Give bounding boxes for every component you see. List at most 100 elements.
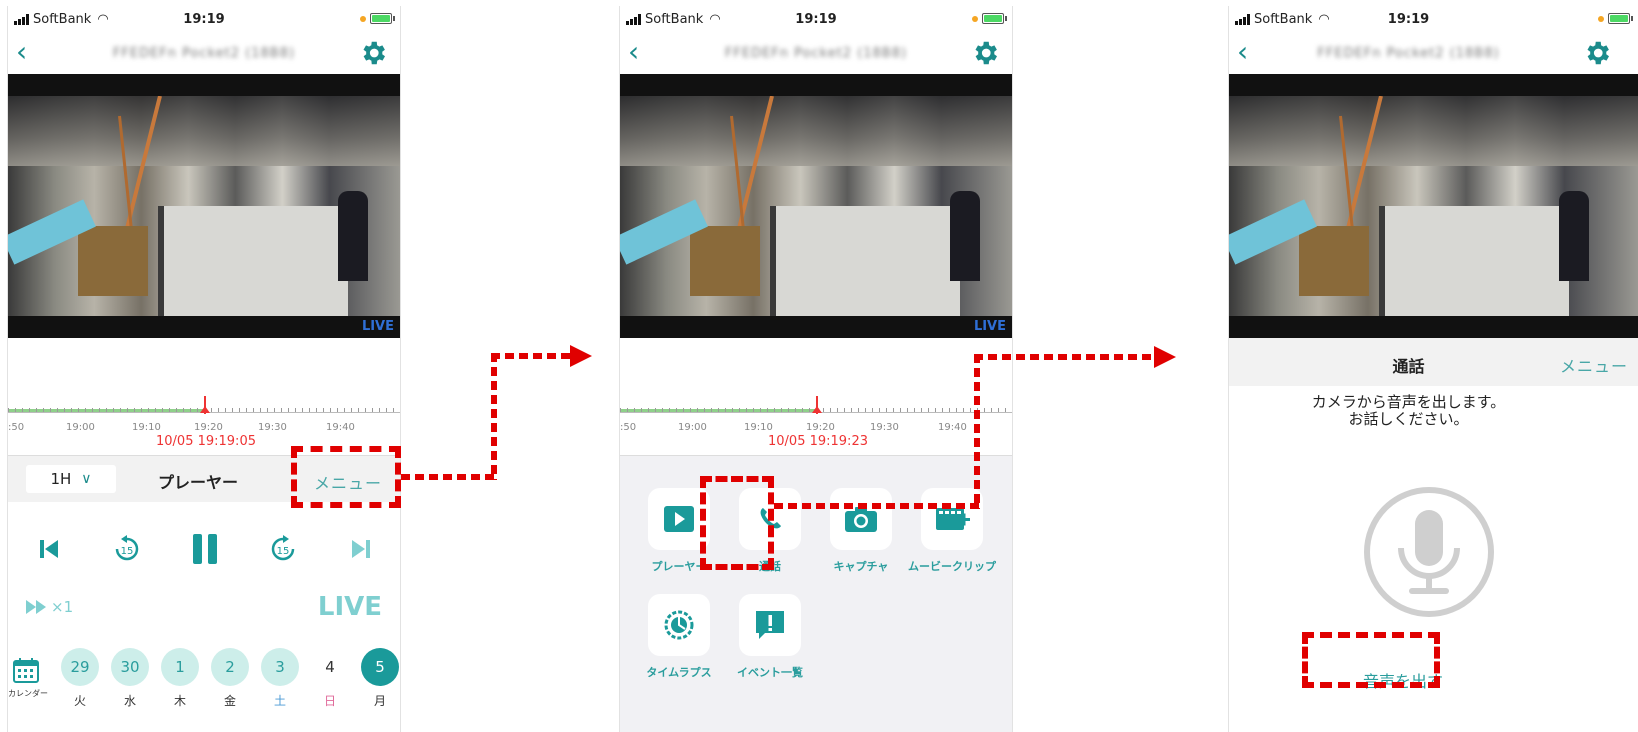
day-weekday: 月 xyxy=(373,694,386,708)
day-number: 5 xyxy=(361,648,399,686)
timeline-label: 19:10 xyxy=(744,422,773,433)
annotation-line xyxy=(774,503,980,509)
timeline[interactable]: :50 19:00 19:10 19:20 19:30 19:40 10/05 … xyxy=(8,338,400,456)
timelapse-icon xyxy=(664,610,694,640)
playback-speed[interactable]: ×1 xyxy=(26,598,73,616)
menu-label: ムービークリップ xyxy=(908,560,996,573)
gear-icon[interactable] xyxy=(970,38,1000,68)
nav-bar: ‹ FFEDEFn Pocket2 (18B8) xyxy=(8,34,400,74)
day-item[interactable]: 3土 xyxy=(260,648,300,709)
gear-icon[interactable] xyxy=(358,38,388,68)
day-item[interactable]: 5月 xyxy=(360,648,400,709)
timeline[interactable]: :50 19:00 19:10 19:20 19:30 19:40 10/05 … xyxy=(620,338,1012,456)
highlight-menu-button xyxy=(291,446,401,508)
nav-title: FFEDEFn Pocket2 (18B8) xyxy=(724,46,908,61)
live-badge: LIVE xyxy=(973,319,1006,334)
day-item[interactable]: 30 水 xyxy=(110,648,150,709)
event-list-icon xyxy=(756,611,784,639)
live-badge: LIVE xyxy=(361,319,394,334)
skip-previous-icon[interactable] xyxy=(32,532,66,566)
timeline-datetime: 10/05 19:19:23 xyxy=(768,434,868,449)
call-header: 通話 メニュー xyxy=(1229,338,1638,386)
timeline-label: 19:30 xyxy=(870,422,899,433)
location-dot-icon xyxy=(1598,15,1604,22)
menu-item-movie-clip[interactable]: ムービークリップ xyxy=(905,488,999,574)
camera-video[interactable] xyxy=(1229,74,1638,338)
battery-icon xyxy=(370,13,395,24)
menu-label: イベント一覧 xyxy=(737,666,803,679)
status-bar: SoftBank ◠ 19:19 xyxy=(8,6,400,34)
chevron-down-icon: ∨ xyxy=(81,471,92,487)
rewind-15-icon[interactable]: 15 xyxy=(110,532,144,566)
timeline-label: 19:00 xyxy=(678,422,707,433)
timeline-datetime: 10/05 19:19:05 xyxy=(156,434,256,449)
annotation-line xyxy=(974,354,1154,360)
menu-item-event-list[interactable]: イベント一覧 xyxy=(723,594,817,680)
battery-icon xyxy=(1608,13,1633,24)
annotation-arrow xyxy=(570,345,592,367)
status-time: 19:19 xyxy=(1387,12,1430,27)
fast-forward-icon xyxy=(26,600,46,614)
back-icon[interactable]: ‹ xyxy=(1237,38,1248,66)
day-number: 4 xyxy=(325,658,335,676)
location-dot-icon xyxy=(972,15,978,22)
day-weekday: 土 xyxy=(273,694,286,708)
back-icon[interactable]: ‹ xyxy=(628,38,639,66)
battery-icon xyxy=(982,13,1007,24)
call-message-line2: お話しください。 xyxy=(1348,410,1469,428)
day-item[interactable]: 4日 xyxy=(310,648,350,709)
day-weekday: 日 xyxy=(323,694,336,708)
forward-15-icon[interactable]: 15 xyxy=(266,532,300,566)
timeline-label: 19:10 xyxy=(132,422,161,433)
timeline-label: 19:30 xyxy=(258,422,287,433)
day-number: 2 xyxy=(211,648,249,686)
day-number: 1 xyxy=(161,648,199,686)
timeline-marker[interactable] xyxy=(200,396,210,414)
timeline-marker[interactable] xyxy=(812,396,822,414)
skip-next-icon[interactable] xyxy=(344,532,378,566)
range-select[interactable]: 1H ∨ xyxy=(26,465,116,493)
menu-item-capture[interactable]: キャプチャ xyxy=(814,488,908,574)
svg-text:15: 15 xyxy=(277,546,290,557)
day-number: 29 xyxy=(61,648,99,686)
location-dot-icon xyxy=(360,15,366,22)
player-title: プレーヤー xyxy=(158,473,239,492)
annotation-line xyxy=(491,353,571,359)
menu-button[interactable]: メニュー xyxy=(1560,353,1628,377)
timeline-label: :50 xyxy=(620,422,637,433)
nav-bar: ‹ FFEDEFn Pocket2 (18B8) xyxy=(1229,34,1638,74)
status-time: 19:19 xyxy=(183,12,225,27)
menu-item-timelapse[interactable]: タイムラプス xyxy=(632,594,726,680)
pause-icon[interactable] xyxy=(188,532,222,566)
day-item[interactable]: 2金 xyxy=(210,648,250,709)
live-button[interactable]: LIVE xyxy=(318,592,382,622)
back-icon[interactable]: ‹ xyxy=(16,38,27,66)
nav-title: FFEDEFn Pocket2 (18B8) xyxy=(112,46,296,61)
day-item[interactable]: 1木 xyxy=(160,648,200,709)
timeline-label: 19:20 xyxy=(194,422,223,433)
status-bar: SoftBank ◠ 19:19 xyxy=(1229,6,1638,34)
screen-menu: SoftBank ◠ 19:19 ‹ FFEDEFn Pocket2 (18B8… xyxy=(619,6,1013,732)
day-item[interactable]: 29 火 xyxy=(60,648,100,709)
annotation-line xyxy=(401,474,497,480)
status-bar: SoftBank ◠ 19:19 xyxy=(620,6,1012,34)
microphone-icon[interactable] xyxy=(1361,484,1497,620)
timeline-label: 19:40 xyxy=(938,422,967,433)
camera-video[interactable]: LIVE xyxy=(8,74,400,338)
speed-label: ×1 xyxy=(51,598,74,616)
highlight-call-menu-item xyxy=(700,476,774,570)
calendar-icon[interactable] xyxy=(12,656,40,684)
call-message-line1: カメラから音声を出します。 xyxy=(1311,393,1506,411)
menu-label: タイムラプス xyxy=(646,666,712,679)
calendar-label: カレンダー xyxy=(8,689,48,698)
day-weekday: 金 xyxy=(223,694,236,708)
timeline-label: 19:40 xyxy=(326,422,355,433)
day-weekday: 木 xyxy=(173,694,186,708)
menu-label: キャプチャ xyxy=(833,560,889,573)
timeline-label: :50 xyxy=(8,422,25,433)
nav-bar: ‹ FFEDEFn Pocket2 (18B8) xyxy=(620,34,1012,74)
screen-call: SoftBank ◠ 19:19 ‹ FFEDEFn Pocket2 (18B8… xyxy=(1228,6,1638,732)
play-icon xyxy=(664,506,694,532)
gear-icon[interactable] xyxy=(1582,38,1612,68)
camera-video[interactable]: LIVE xyxy=(620,74,1012,338)
